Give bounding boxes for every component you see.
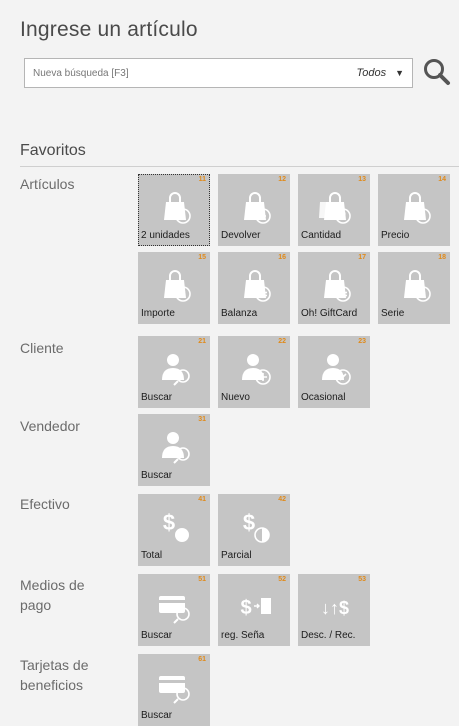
tile-shortcut-number: 53 [358,576,366,583]
tile-artículos-importe[interactable]: 15 $ Importe [138,252,210,324]
deposit-register-icon: $ [235,586,275,626]
favorites-title: Favoritos [20,142,86,159]
tile-shortcut-number: 18 [438,254,446,261]
svg-text:$: $ [163,510,175,535]
tile-shortcut-number: 51 [198,576,206,583]
category-label-medios-de-pago: Medios de pago [20,577,85,613]
bag-number-icon: 2 [155,186,195,226]
svg-text:$: $ [180,289,185,299]
svg-text:N: N [340,211,347,221]
bag-question-icon: ? [395,186,435,226]
favorites-divider [20,166,459,167]
search-icon [424,59,450,85]
bag-giftcard-icon [315,264,355,304]
tile-artículos-precio[interactable]: 14? Precio [378,174,450,246]
category-label-tarjetas-de-beneficios: Tarjetas de beneficios [20,657,89,693]
tile-shortcut-number: 11 [198,176,206,183]
benefit-card-search-icon [155,666,195,706]
customer-add-icon [235,348,275,388]
tile-label: Total [141,550,163,561]
search-input[interactable] [25,59,295,87]
scope-dropdown[interactable]: Todos ▼ [357,59,404,87]
tile-label: Precio [381,230,410,241]
tile-artículos-cantidad[interactable]: 13 N Cantidad [298,174,370,246]
tile-label: Importe [141,308,175,319]
bags-quantity-icon: N [315,186,355,226]
tile-shortcut-number: 52 [278,576,286,583]
tile-shortcut-number: 31 [198,416,206,423]
tile-shortcut-number: 42 [278,496,286,503]
svg-text:?: ? [420,211,425,221]
tile-shortcut-number: 14 [438,176,446,183]
tile-label: 2 unidades [141,230,190,241]
tile-label: Nuevo [221,392,250,403]
seller-search-icon [155,426,195,466]
search-bar: Todos ▼ [24,58,413,88]
search-button[interactable] [421,56,453,88]
tile-shortcut-number: 23 [358,338,366,345]
tile-label: Serie [381,308,405,319]
tile-artículos-balanza[interactable]: 16 Balanza [218,252,290,324]
category-label-vendedor: Vendedor [20,418,80,434]
svg-text:#: # [420,289,425,299]
cash-partial-icon: $ [235,506,275,546]
tile-label: Buscar [141,710,173,721]
tile-artículos-2-unidades[interactable]: 11 2 2 unidades [138,174,210,246]
customer-occasional-icon [315,348,355,388]
page-title: Ingrese un artículo [20,18,198,41]
tile-label: Buscar [141,392,173,403]
tile-label: Balanza [221,308,258,319]
category-label-articulos: Artículos [20,176,75,192]
customer-search-icon [155,348,195,388]
card-search-icon [155,586,195,626]
bag-return-icon [235,186,275,226]
tile-label: reg. Seña [221,630,265,641]
category-label-efectivo: Efectivo [20,496,70,512]
tile-tarjetas-de-beneficios-buscar[interactable]: 61 Buscar [138,654,210,726]
cash-total-icon: $ [155,506,195,546]
tile-efectivo-parcial[interactable]: 42 $ Parcial [218,494,290,566]
tile-shortcut-number: 17 [358,254,366,261]
bag-money-icon: $ [155,264,195,304]
discount-surcharge-icon: ↓↑$ [315,586,355,626]
bag-scale-icon [235,264,275,304]
tile-efectivo-total[interactable]: 41 $ Total [138,494,210,566]
chevron-down-icon: ▼ [395,68,404,78]
svg-text:$: $ [240,597,251,619]
tile-artículos-devolver[interactable]: 12 Devolver [218,174,290,246]
tile-shortcut-number: 21 [198,338,206,345]
tile-vendedor-buscar[interactable]: 31 Buscar [138,414,210,486]
tile-shortcut-number: 12 [278,176,286,183]
tile-label: Desc. / Rec. [301,630,356,641]
svg-text:2: 2 [180,211,185,221]
tile-shortcut-number: 22 [278,338,286,345]
tile-shortcut-number: 13 [358,176,366,183]
tile-cliente-buscar[interactable]: 21 Buscar [138,336,210,408]
tile-shortcut-number: 61 [198,656,206,663]
tile-cliente-ocasional[interactable]: 23 Ocasional [298,336,370,408]
svg-text:$: $ [243,510,255,535]
tile-shortcut-number: 16 [278,254,286,261]
tile-label: Buscar [141,630,173,641]
tile-label: Parcial [221,550,252,561]
tile-shortcut-number: 41 [198,496,206,503]
tile-label: Devolver [221,230,261,241]
tile-cliente-nuevo[interactable]: 22 Nuevo [218,336,290,408]
svg-text:↓↑$: ↓↑$ [321,598,349,618]
scope-value: Todos [356,67,387,79]
tile-label: Cantidad [301,230,342,241]
tile-shortcut-number: 15 [198,254,206,261]
tile-medios-de-pago-reg-seña[interactable]: 52 $ reg. Seña [218,574,290,646]
tile-label: Oh! GiftCard [301,308,358,319]
tile-label: Buscar [141,470,173,481]
category-label-cliente: Cliente [20,340,64,356]
tile-artículos-oh-giftcard[interactable]: 17 Oh! GiftCard [298,252,370,324]
tile-medios-de-pago-buscar[interactable]: 51 Buscar [138,574,210,646]
tile-medios-de-pago-desc-rec[interactable]: 53 ↓↑$ Desc. / Rec. [298,574,370,646]
tile-label: Ocasional [301,392,346,403]
bag-serial-icon: # [395,264,435,304]
tile-artículos-serie[interactable]: 18 # Serie [378,252,450,324]
